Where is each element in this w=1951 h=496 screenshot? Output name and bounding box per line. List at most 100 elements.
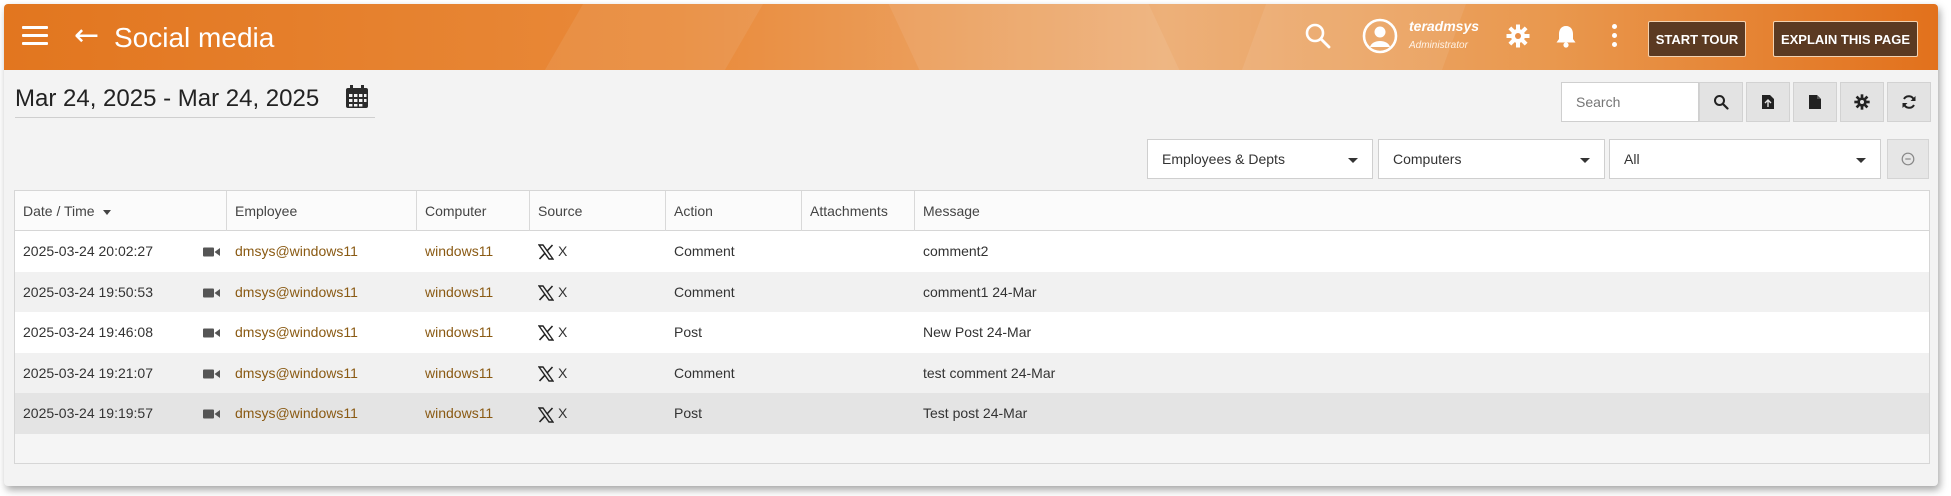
menu-icon[interactable] <box>22 26 48 46</box>
computer-link[interactable]: windows11 <box>417 393 493 433</box>
computer-link[interactable]: windows11 <box>417 312 493 352</box>
column-header-source[interactable]: Source <box>530 191 666 231</box>
attachments-cell <box>802 272 810 312</box>
calendar-icon[interactable] <box>344 84 370 110</box>
datetime-cell: 2025-03-24 20:02:27 <box>23 243 153 259</box>
source-label: X <box>558 324 568 341</box>
video-camera-icon[interactable] <box>203 368 221 380</box>
x-logo-icon <box>538 325 554 342</box>
action-cell: Post <box>674 405 703 422</box>
employees-select[interactable]: Employees & Depts <box>1147 139 1373 179</box>
column-header-label: Action <box>674 203 713 219</box>
source-select[interactable]: All <box>1609 139 1881 179</box>
datetime-cell: 2025-03-24 19:46:08 <box>23 324 153 341</box>
start-tour-button[interactable]: START TOUR <box>1648 21 1746 57</box>
minus-circle-icon <box>1901 152 1915 166</box>
source-label: X <box>558 243 568 259</box>
column-header-employee[interactable]: Employee <box>227 191 417 231</box>
sort-desc-icon <box>102 209 111 215</box>
column-header-message[interactable]: Message <box>915 191 1931 231</box>
table-row[interactable]: 2025-03-24 20:02:27 dmsys@windows11 wind… <box>15 231 1929 272</box>
datetime-cell: 2025-03-24 19:21:07 <box>23 364 153 381</box>
chevron-down-icon <box>1580 158 1590 163</box>
user-role: Administrator <box>1409 40 1468 51</box>
column-header-datetime[interactable]: Date / Time <box>15 191 227 231</box>
settings-button[interactable] <box>1840 82 1884 122</box>
video-camera-icon[interactable] <box>203 287 221 299</box>
table-row[interactable]: 2025-03-24 19:19:57 dmsys@windows11 wind… <box>15 393 1929 434</box>
search-icon[interactable] <box>1304 22 1332 50</box>
message-cell: Test post 24-Mar <box>923 405 1028 422</box>
column-header-label: Message <box>923 203 980 219</box>
search-input[interactable] <box>1561 82 1699 122</box>
refresh-button[interactable] <box>1887 82 1931 122</box>
column-header-action[interactable]: Action <box>666 191 802 231</box>
datetime-cell: 2025-03-24 19:19:57 <box>23 405 153 422</box>
attachments-cell <box>802 353 810 393</box>
explain-page-button[interactable]: EXPLAIN THIS PAGE <box>1773 21 1918 57</box>
column-header-label: Attachments <box>810 203 888 219</box>
video-camera-icon[interactable] <box>203 246 221 258</box>
back-arrow-icon[interactable]: ← <box>74 19 99 53</box>
employee-link[interactable]: dmsys@windows11 <box>227 272 358 312</box>
employee-link[interactable]: dmsys@windows11 <box>227 312 358 352</box>
clear-filters-button[interactable] <box>1887 139 1929 179</box>
computers-select-value: Computers <box>1393 151 1462 167</box>
column-header-label: Computer <box>425 203 487 219</box>
computer-link[interactable]: windows11 <box>417 272 493 312</box>
message-cell: test comment 24-Mar <box>923 364 1056 381</box>
column-header-label: Employee <box>235 203 298 219</box>
source-cell: X <box>530 231 567 271</box>
column-header-attachments[interactable]: Attachments <box>802 191 915 231</box>
more-vertical-icon[interactable] <box>1612 24 1618 50</box>
table-row[interactable]: 2025-03-24 19:21:07 dmsys@windows11 wind… <box>15 352 1929 394</box>
attachments-cell <box>802 231 810 271</box>
social-media-table: Date / Time Employee Computer Source Act… <box>14 190 1930 464</box>
source-label: X <box>558 283 568 300</box>
table-row[interactable]: 2025-03-24 19:46:08 dmsys@windows11 wind… <box>15 312 1929 353</box>
table-row[interactable]: 2025-03-24 19:50:53 dmsys@windows11 wind… <box>15 271 1929 313</box>
computer-link[interactable]: windows11 <box>417 353 493 393</box>
export-file-icon <box>1762 95 1774 109</box>
video-camera-icon[interactable] <box>203 408 221 420</box>
action-cell: Comment <box>674 243 735 259</box>
message-cell: comment1 24-Mar <box>923 283 1037 300</box>
computer-link[interactable]: windows11 <box>417 231 493 271</box>
source-select-value: All <box>1624 151 1640 167</box>
employee-link[interactable]: dmsys@windows11 <box>227 353 358 393</box>
search-icon <box>1714 95 1729 110</box>
bell-icon[interactable] <box>1555 24 1577 48</box>
refresh-icon <box>1902 95 1916 109</box>
attachments-cell <box>802 393 810 433</box>
source-cell: X <box>530 312 567 352</box>
action-cell: Comment <box>674 283 735 300</box>
date-range-label[interactable]: Mar 24, 2025 - Mar 24, 2025 <box>15 84 319 114</box>
source-label: X <box>558 364 568 381</box>
x-logo-icon <box>538 285 554 301</box>
employee-link[interactable]: dmsys@windows11 <box>227 231 358 271</box>
chevron-down-icon <box>1856 158 1866 163</box>
gear-icon[interactable] <box>1506 24 1530 48</box>
action-cell: Post <box>674 324 703 341</box>
document-icon <box>1809 95 1821 109</box>
employee-link[interactable]: dmsys@windows11 <box>227 393 358 433</box>
x-logo-icon <box>538 244 554 260</box>
settings-icon <box>1854 94 1870 110</box>
user-name[interactable]: teradmsys <box>1409 18 1479 34</box>
video-camera-icon[interactable] <box>203 327 221 339</box>
header-decoration <box>888 4 1180 70</box>
column-header-computer[interactable]: Computer <box>417 191 530 231</box>
employees-select-value: Employees & Depts <box>1162 151 1285 167</box>
column-header-label: Date / Time <box>23 203 95 219</box>
export-button[interactable] <box>1746 82 1790 122</box>
top-bar: ← Social media teradmsys Administrator S… <box>4 4 1938 70</box>
computers-select[interactable]: Computers <box>1378 139 1605 179</box>
column-header-label: Source <box>538 203 583 219</box>
datetime-cell: 2025-03-24 19:50:53 <box>23 283 153 300</box>
app-window: ← Social media teradmsys Administrator S… <box>4 4 1938 486</box>
document-button[interactable] <box>1793 82 1837 122</box>
header-decoration <box>1241 4 1467 70</box>
page-title: Social media <box>114 22 275 53</box>
avatar-icon[interactable] <box>1362 18 1398 54</box>
search-button[interactable] <box>1699 82 1743 122</box>
